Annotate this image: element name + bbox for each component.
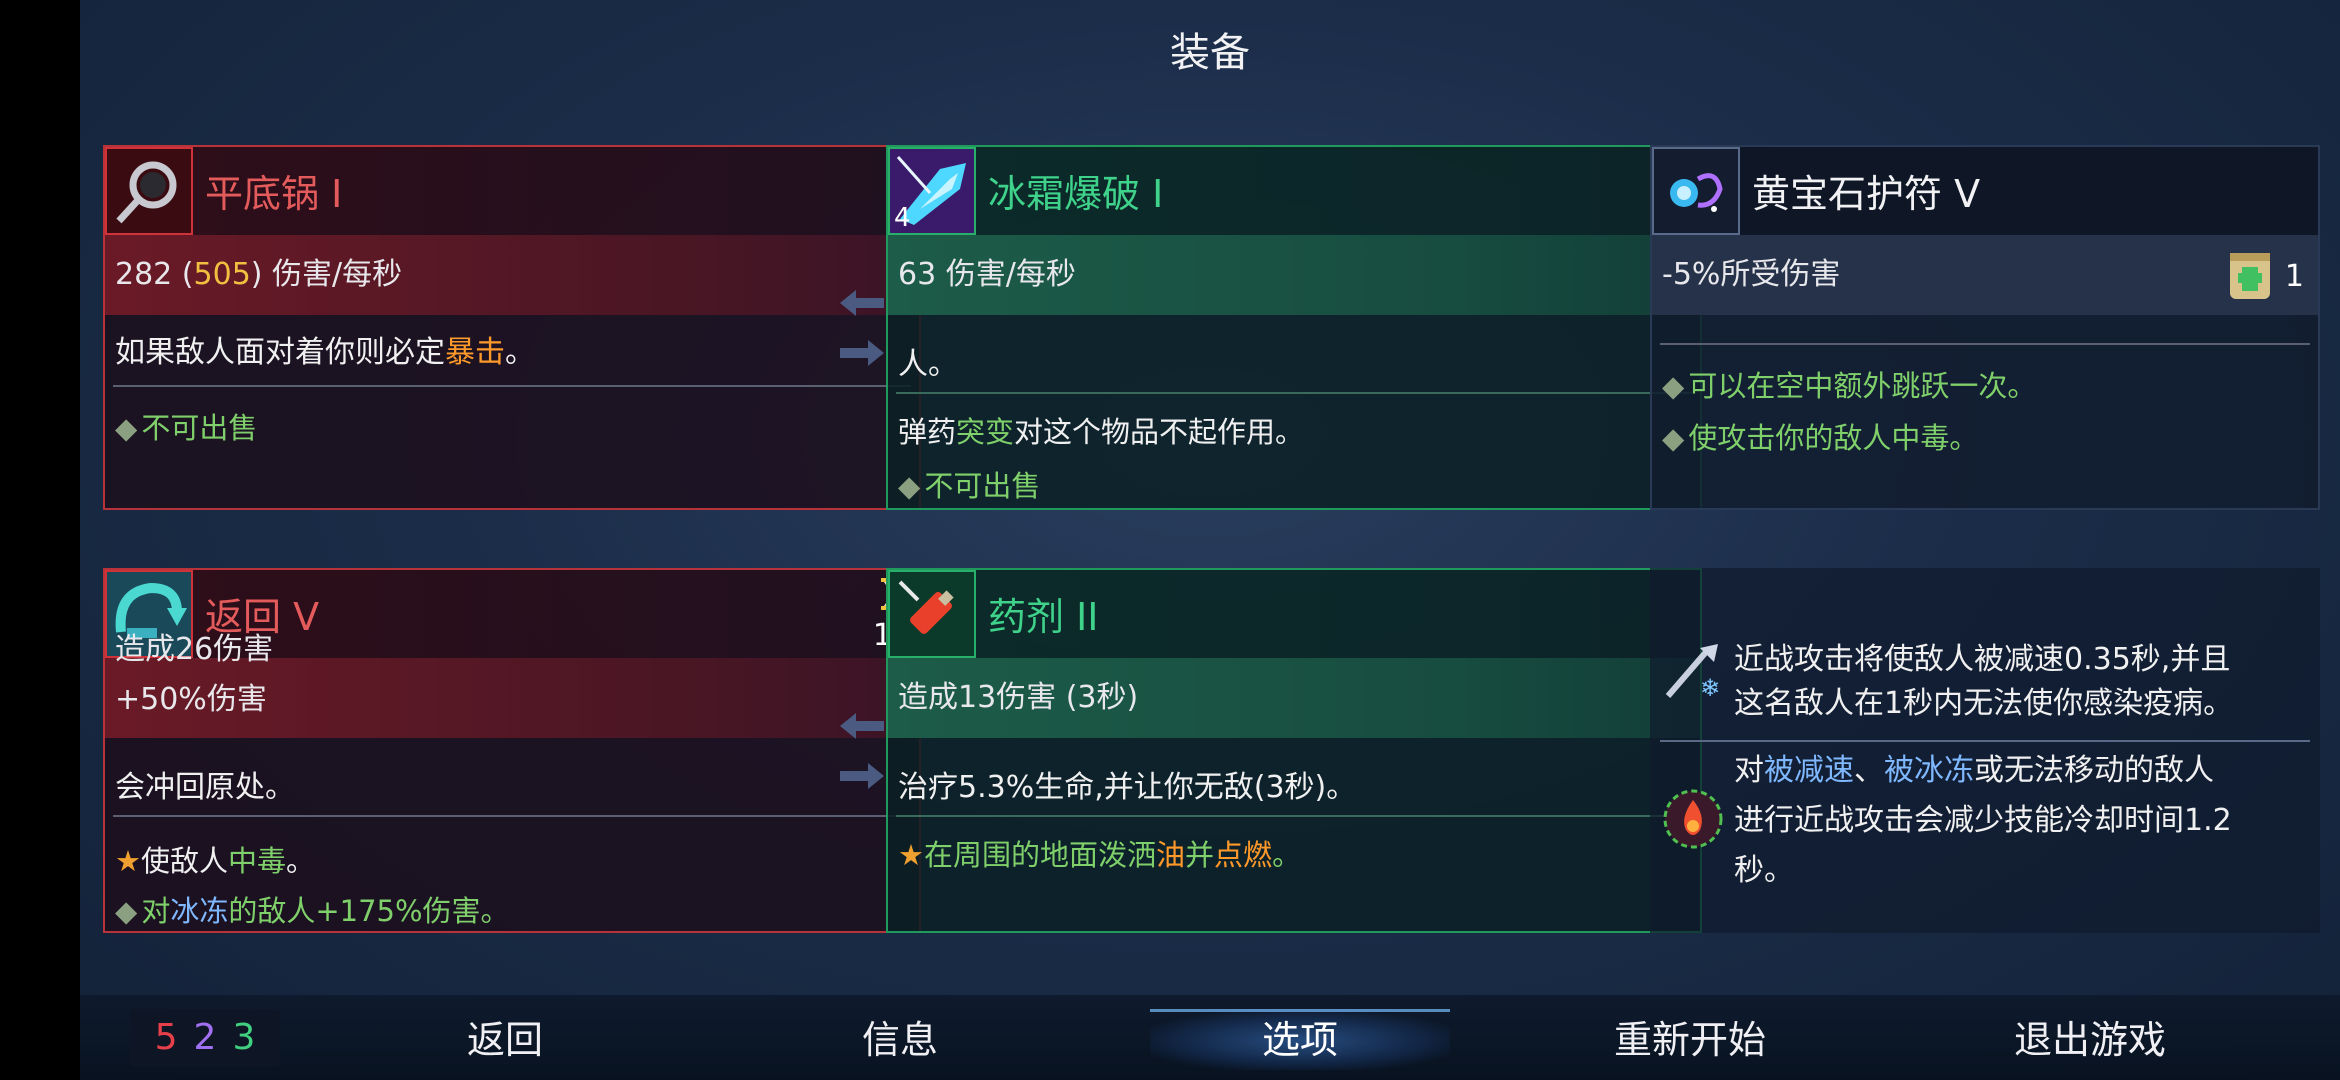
card-header: 黄宝石护符 V (1652, 147, 2318, 235)
item-card-frost-blast[interactable]: 4 冰霜爆破 I 63 伤害/每秒 人。 弹药突变对这个物品不起作用。 ◆ 不可出… (886, 145, 1702, 510)
tactics-count: 2 (193, 1017, 217, 1058)
item-stat: 63 伤害/每秒 (888, 235, 1700, 315)
item-bullet: ★在周围的地面泼洒油并点燃。 (898, 838, 1302, 872)
item-stat: 282 (505) 伤害/每秒 (105, 235, 919, 315)
item-bullet: ◆ 可以在空中额外跳跃一次。 (1662, 369, 2037, 403)
card-header: 药剂 II (888, 570, 1700, 658)
item-name: 冰霜爆破 I (988, 172, 1164, 216)
menu-back-button[interactable]: 返回 (355, 1009, 655, 1064)
item-bullet: ◆ 使攻击你的敌人中毒。 (1662, 421, 1979, 455)
item-card-potion[interactable]: 药剂 II 造成13伤害 (3秒) 治疗5.3%生命,并让你无敌(3秒)。 ★在… (886, 568, 1702, 933)
item-card-return[interactable]: 返回 V 10 造成26伤害 +50%伤害 会冲回原处。 ★使敌人中毒。 ◆对冰… (103, 568, 921, 933)
mutation-cooldown-icon (1660, 786, 1726, 852)
card-header: 平底锅 I (105, 147, 919, 235)
item-bullet: ◆ 对冰冻的敌人+175%伤害。 (115, 894, 510, 928)
page-title: 装备 (1170, 30, 1250, 76)
card-header: 4 冰霜爆破 I (888, 147, 1700, 235)
item-level-badge: 4 (894, 203, 911, 233)
item-stat: 造成13伤害 (3秒) (888, 658, 1700, 738)
mutation-melee-slow-icon: ❄ (1660, 638, 1726, 704)
inventory-screen: 装备 平底锅 I 282 (505) 伤害/每秒 如果敌人面对着你则必定暴击。 … (80, 0, 2340, 1080)
item-stat: -5%所受伤害 (1652, 235, 2318, 315)
mutations-panel: ❄ 近战攻击将使敌人被减速0.35秒,并且 这名敌人在1秒内无法使你感染疫病。 … (1650, 568, 2320, 933)
menu-quit-button[interactable]: 退出游戏 (1940, 1009, 2240, 1064)
brutality-count: 5 (154, 1017, 178, 1058)
item-stat: 造成26伤害 +50%伤害 (105, 632, 919, 738)
swap-left-arrow-icon[interactable] (840, 290, 884, 316)
item-bullet: ◆ 不可出售 (898, 469, 1041, 503)
item-card-frying-pan[interactable]: 平底锅 I 282 (505) 伤害/每秒 如果敌人面对着你则必定暴击。 ◆ 不可… (103, 145, 921, 510)
item-name: 平底锅 I (205, 172, 343, 216)
divider (1660, 740, 2310, 742)
item-name: 药剂 II (988, 595, 1099, 639)
scroll-icon (2224, 247, 2278, 305)
menu-options-button[interactable]: 选项 (1150, 1009, 1450, 1064)
svg-text:❄: ❄ (1700, 674, 1720, 702)
item-card-topaz-amulet[interactable]: 黄宝石护符 V -5%所受伤害 1 ◆ 可以在空中额外跳跃一次。 ◆ 使攻击你的敌人… (1650, 145, 2320, 510)
item-description: 如果敌人面对着你则必定暴击。 (115, 335, 535, 370)
survival-count: 3 (232, 1017, 256, 1058)
potion-icon (888, 570, 976, 658)
mutation-description: 对被减速、被冰冻或无法移动的敌人 进行近战攻击会减少技能冷却时间1.2 秒。 (1734, 753, 2232, 888)
divider (113, 385, 911, 387)
mutation-description: 近战攻击将使敌人被减速0.35秒,并且 这名敌人在1秒内无法使你感染疫病。 (1734, 642, 2234, 721)
frying-pan-icon (105, 147, 193, 235)
divider (896, 815, 1692, 817)
swap-right-arrow-icon[interactable] (840, 763, 884, 789)
divider (896, 392, 1692, 394)
scroll-count: 1 (2284, 259, 2304, 294)
menu-info-button[interactable]: 信息 (750, 1009, 1050, 1064)
scroll-counts: 523 (130, 1009, 280, 1067)
item-bullet: ◆ 不可出售 (115, 411, 258, 445)
swap-left-arrow-icon[interactable] (840, 713, 884, 739)
item-description: 会冲回原处。 (115, 770, 295, 805)
item-name: 黄宝石护符 V (1752, 172, 1981, 216)
frost-blast-icon: 4 (888, 147, 976, 235)
menu-restart-button[interactable]: 重新开始 (1540, 1009, 1840, 1064)
item-description: 治疗5.3%生命,并让你无敌(3秒)。 (898, 770, 1357, 805)
divider (1660, 343, 2310, 345)
divider (113, 815, 911, 817)
amulet-icon (1652, 147, 1740, 235)
bottom-menu-bar: 523 返回 信息 选项 重新开始 退出游戏 (80, 995, 2340, 1080)
item-bullet: ★使敌人中毒。 (115, 844, 316, 878)
item-description: 人。 (898, 347, 958, 382)
item-note: 弹药突变对这个物品不起作用。 (898, 415, 1305, 449)
swap-right-arrow-icon[interactable] (840, 340, 884, 366)
